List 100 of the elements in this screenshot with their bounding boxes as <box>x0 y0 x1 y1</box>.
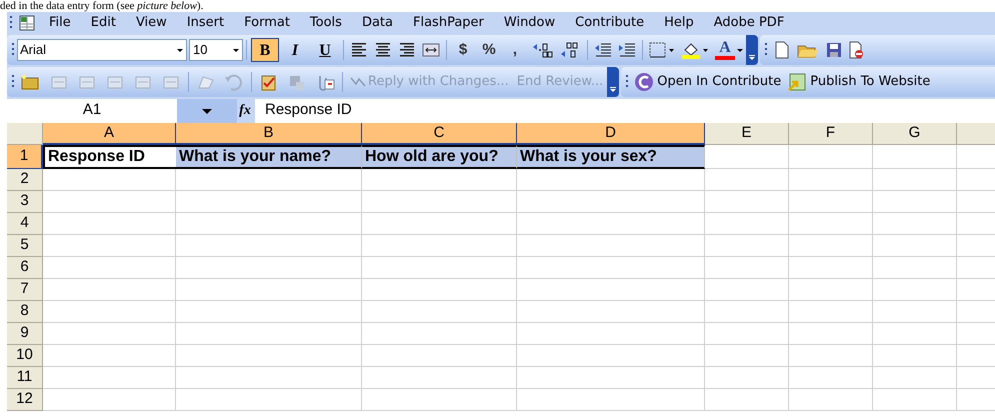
table-cell[interactable] <box>176 389 362 411</box>
table-cell[interactable] <box>362 345 517 367</box>
menu-item[interactable]: Contribute <box>565 13 654 33</box>
font-color-button[interactable]: A <box>715 38 743 62</box>
table-cell[interactable] <box>43 345 176 367</box>
menu-item[interactable]: Adobe PDF <box>704 13 794 33</box>
row-header[interactable]: 1 <box>7 145 43 169</box>
increase-indent-icon[interactable] <box>618 41 636 59</box>
font-style-button[interactable]: I <box>281 38 309 62</box>
font-style-button[interactable]: U <box>311 38 339 62</box>
formula-field[interactable]: Response ID <box>255 98 995 122</box>
row-header[interactable]: 3 <box>7 191 43 213</box>
table-cell[interactable] <box>176 301 362 323</box>
table-cell[interactable] <box>705 191 789 213</box>
name-box[interactable]: A1 <box>7 98 177 122</box>
table-cell[interactable] <box>362 191 517 213</box>
table-cell[interactable] <box>362 301 517 323</box>
select-all-corner[interactable] <box>7 123 43 145</box>
table-cell[interactable] <box>705 389 789 411</box>
table-cell[interactable] <box>789 191 873 213</box>
table-cell[interactable] <box>362 389 517 411</box>
table-cell[interactable] <box>43 257 176 279</box>
borders-icon[interactable] <box>649 41 675 59</box>
table-cell[interactable] <box>789 389 873 411</box>
table-cell[interactable] <box>789 367 873 389</box>
new-document-icon[interactable] <box>773 41 791 59</box>
table-cell[interactable] <box>705 169 789 191</box>
column-header[interactable]: C <box>362 123 517 145</box>
row-header[interactable]: 12 <box>7 389 43 411</box>
table-cell[interactable] <box>789 345 873 367</box>
table-cell[interactable]: How old are you? <box>362 145 517 169</box>
align-right-icon[interactable] <box>398 41 416 59</box>
toolbar-grip[interactable] <box>9 15 13 31</box>
table-cell[interactable] <box>705 145 789 169</box>
column-header[interactable]: F <box>789 123 873 145</box>
menu-item[interactable]: File <box>39 13 81 33</box>
table-cell[interactable] <box>517 367 705 389</box>
row-header[interactable]: 9 <box>7 323 43 345</box>
table-cell[interactable] <box>873 257 957 279</box>
table-cell[interactable] <box>43 169 176 191</box>
font-name-field[interactable]: Arial <box>17 39 187 61</box>
row-header[interactable]: 5 <box>7 235 43 257</box>
menu-item[interactable]: View <box>126 13 177 33</box>
table-cell[interactable] <box>43 235 176 257</box>
table-cell[interactable] <box>43 389 176 411</box>
number-format-button[interactable]: % <box>476 38 502 62</box>
table-cell[interactable] <box>517 235 705 257</box>
table-cell[interactable] <box>517 169 705 191</box>
table-cell[interactable] <box>789 169 873 191</box>
table-cell[interactable] <box>705 279 789 301</box>
toolbar-grip[interactable] <box>11 42 15 58</box>
table-cell[interactable] <box>873 301 957 323</box>
table-cell[interactable] <box>705 257 789 279</box>
table-cell[interactable] <box>517 279 705 301</box>
table-cell[interactable] <box>873 279 957 301</box>
font-size-field[interactable]: 10 <box>189 39 243 61</box>
table-cell[interactable] <box>362 169 517 191</box>
table-cell[interactable] <box>789 323 873 345</box>
table-cell[interactable] <box>789 301 873 323</box>
column-header[interactable]: B <box>176 123 362 145</box>
table-cell[interactable] <box>705 345 789 367</box>
table-cell[interactable] <box>43 301 176 323</box>
table-cell[interactable] <box>176 279 362 301</box>
table-cell[interactable] <box>873 213 957 235</box>
row-header[interactable]: 6 <box>7 257 43 279</box>
table-cell[interactable] <box>43 279 176 301</box>
table-cell[interactable] <box>789 213 873 235</box>
table-cell[interactable] <box>362 323 517 345</box>
table-cell[interactable] <box>705 301 789 323</box>
table-cell[interactable] <box>873 345 957 367</box>
table-cell[interactable] <box>517 301 705 323</box>
menu-item[interactable]: Insert <box>176 13 234 33</box>
table-cell[interactable] <box>873 169 957 191</box>
table-cell[interactable] <box>517 213 705 235</box>
spreadsheet-icon[interactable] <box>18 14 36 32</box>
menu-item[interactable]: Window <box>494 13 566 33</box>
toolbar-options-button[interactable] <box>746 35 758 65</box>
table-cell[interactable] <box>176 323 362 345</box>
table-cell[interactable] <box>873 235 957 257</box>
align-left-icon[interactable] <box>350 41 368 59</box>
table-cell[interactable] <box>362 257 517 279</box>
table-cell[interactable] <box>362 279 517 301</box>
toolbar-grip[interactable] <box>625 74 630 90</box>
row-header[interactable]: 2 <box>7 169 43 191</box>
column-header[interactable]: G <box>873 123 957 145</box>
table-cell[interactable] <box>43 213 176 235</box>
table-cell[interactable] <box>873 389 957 411</box>
row-header[interactable]: 7 <box>7 279 43 301</box>
increase-decimal-icon[interactable] <box>531 41 553 59</box>
menu-item[interactable]: Data <box>352 13 403 33</box>
row-header[interactable]: 11 <box>7 367 43 389</box>
table-cell[interactable] <box>789 257 873 279</box>
table-cell[interactable]: What is your sex? <box>517 145 705 169</box>
open-in-contribute-button[interactable]: Open In Contribute <box>631 70 784 94</box>
table-cell[interactable] <box>705 367 789 389</box>
column-header[interactable]: A <box>43 123 176 145</box>
table-cell[interactable] <box>176 345 362 367</box>
table-cell[interactable] <box>362 213 517 235</box>
table-cell[interactable]: What is your name? <box>176 145 362 169</box>
table-cell[interactable] <box>517 389 705 411</box>
